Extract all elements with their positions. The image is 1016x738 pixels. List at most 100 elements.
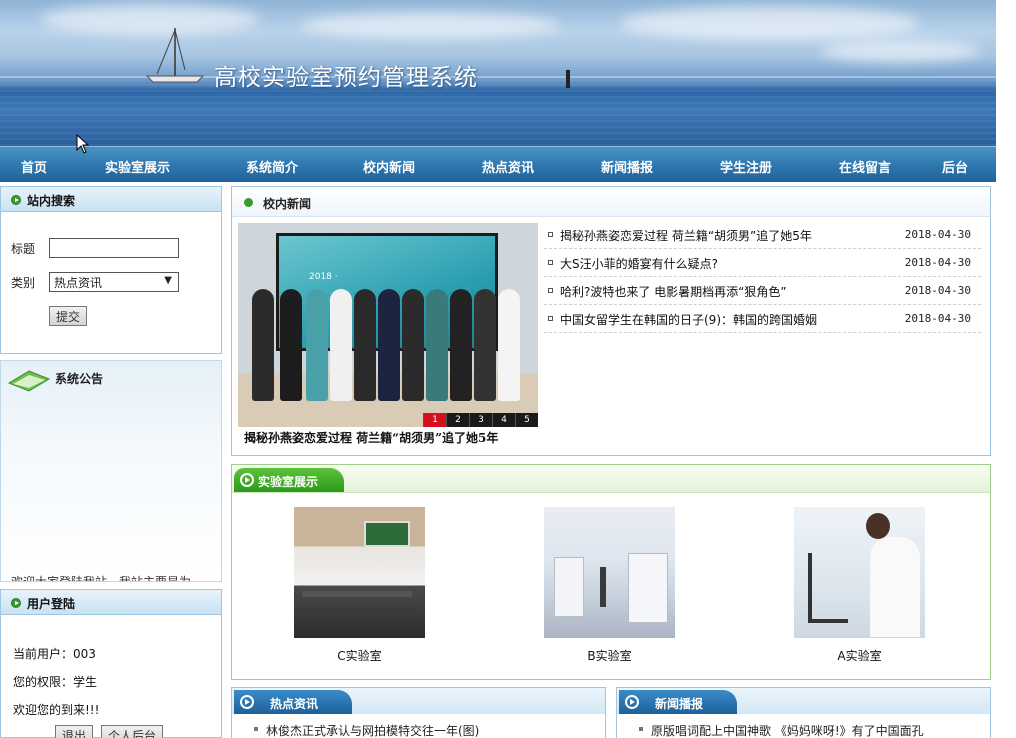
nav-lab-showcase[interactable]: 实验室展示 — [105, 157, 170, 176]
broadcast-title: 新闻播报 — [655, 697, 704, 711]
square-bullet-icon — [548, 232, 553, 237]
site-title: 高校实验室预约管理系统 — [214, 65, 478, 91]
current-user-text: 当前用户：003 — [13, 647, 96, 661]
nav-hot-news[interactable]: 热点资讯 — [482, 157, 534, 176]
lab-c-caption[interactable]: C实验室 — [294, 647, 425, 664]
slide-dot[interactable]: 1 — [423, 413, 446, 427]
cloud-decoration — [620, 6, 920, 40]
notice-panel: 系统公告 欢迎大家登陆我站，我站主要是为... — [0, 360, 222, 582]
news-item-date: 2018-04-30 — [904, 256, 971, 269]
photo-figure — [306, 289, 328, 401]
broadcast-panel: 新闻播报 原版唱词配上中国神歌 《妈妈咪呀!》有了中国面孔 — [616, 687, 991, 738]
lab-a-image[interactable] — [794, 507, 925, 638]
lab-showcase-header: 实验室展示 — [232, 465, 990, 493]
news-slideshow[interactable]: 2018 · 1 2 3 4 5 — [238, 223, 538, 427]
photo-figure — [426, 289, 448, 401]
nav-message-board[interactable]: 在线留言 — [839, 157, 891, 176]
square-bullet-icon — [548, 288, 553, 293]
nav-home[interactable]: 首页 — [21, 157, 47, 176]
lab-showcase-title: 实验室展示 — [258, 475, 319, 489]
title-search-input[interactable] — [49, 238, 179, 258]
news-item-title[interactable]: 揭秘孙燕姿恋爱过程 荷兰籍“胡须男”追了她5年 — [560, 227, 812, 244]
search-panel: 标题 类别 热点资讯 ▼ 提交 — [0, 212, 222, 354]
news-item-title[interactable]: 中国女留学生在韩国的日子(9)：韩国的跨国婚姻 — [560, 311, 817, 328]
welcome-text: 欢迎您的到来!!! — [13, 703, 100, 717]
square-bullet-icon — [548, 260, 553, 265]
slide-dot[interactable]: 2 — [446, 413, 469, 427]
list-item[interactable]: 大S汪小菲的婚宴有什么疑点? 2018-04-30 — [544, 249, 981, 277]
lab-showcase-panel: 实验室展示 C实验室 B实验室 A实验室 — [231, 464, 991, 680]
notice-scroll-text: 欢迎大家登陆我站，我站主要是为... — [11, 575, 203, 582]
photo-figure — [252, 289, 274, 401]
slide-dot[interactable]: 4 — [492, 413, 515, 427]
news-item-date: 2018-04-30 — [904, 284, 971, 297]
broadcast-item[interactable]: 原版唱词配上中国神歌 《妈妈咪呀!》有了中国面孔 — [639, 722, 924, 738]
lab-b-image[interactable] — [544, 507, 675, 638]
list-item[interactable]: 哈利?波特也来了 电影暑期档再添“狠角色” 2018-04-30 — [544, 277, 981, 305]
slide-caption-link[interactable]: 揭秘孙燕姿恋爱过程 荷兰籍“胡须男”追了她5年 — [244, 429, 498, 446]
personal-backend-button[interactable]: 个人后台 — [101, 725, 164, 738]
lab-b-caption[interactable]: B实验室 — [544, 647, 675, 664]
lab-c-image[interactable] — [294, 507, 425, 638]
bullet-icon — [244, 198, 253, 207]
category-selected-value: 热点资讯 — [54, 276, 103, 290]
play-circle-icon — [240, 695, 254, 709]
cloud-decoration — [820, 40, 980, 62]
nav-campus-news[interactable]: 校内新闻 — [363, 157, 415, 176]
hot-news-header: 热点资讯 — [232, 688, 605, 714]
nav-news-broadcast[interactable]: 新闻播报 — [601, 157, 653, 176]
broadcast-header: 新闻播报 — [617, 688, 990, 714]
slide-dot[interactable]: 5 — [515, 413, 538, 427]
news-item-title[interactable]: 大S汪小菲的婚宴有什么疑点? — [560, 255, 718, 272]
news-list: 揭秘孙燕姿恋爱过程 荷兰籍“胡须男”追了她5年 2018-04-30 大S汪小菲… — [544, 221, 981, 333]
photo-figure — [354, 289, 376, 401]
hot-news-item[interactable]: 林俊杰正式承认与网拍模特交往一年(图) — [253, 722, 479, 738]
hot-news-title: 热点资讯 — [270, 697, 319, 711]
arrow-circle-icon — [11, 195, 21, 205]
category-select[interactable]: 热点资讯 ▼ — [49, 272, 179, 292]
square-bullet-icon — [548, 316, 553, 321]
photo-figure — [450, 289, 472, 401]
photo-figure — [474, 289, 496, 401]
sailboat-icon — [145, 28, 205, 83]
list-item[interactable]: 揭秘孙燕姿恋爱过程 荷兰籍“胡须男”追了她5年 2018-04-30 — [544, 221, 981, 249]
cloud-decoration — [300, 12, 560, 38]
news-item-date: 2018-04-30 — [904, 312, 971, 325]
category-label: 类别 — [11, 276, 36, 290]
play-circle-icon — [240, 473, 254, 487]
slide-pager: 1 2 3 4 5 — [423, 413, 538, 427]
page-gutter — [996, 0, 1016, 738]
user-role-text: 您的权限：学生 — [13, 675, 98, 689]
login-panel-title: 用户登陆 — [27, 597, 76, 611]
notice-panel-title: 系统公告 — [55, 372, 104, 386]
sea-texture — [0, 80, 996, 146]
hot-news-panel: 热点资讯 林俊杰正式承认与网拍模特交往一年(图) — [231, 687, 606, 738]
list-item[interactable]: 中国女留学生在韩国的日子(9)：韩国的跨国婚姻 2018-04-30 — [544, 305, 981, 333]
lab-showcase-tab: 实验室展示 — [234, 468, 344, 492]
nav-student-register[interactable]: 学生注册 — [720, 157, 772, 176]
broadcast-tab: 新闻播报 — [619, 690, 737, 714]
arrow-circle-icon — [11, 598, 21, 608]
mouse-cursor-icon — [76, 134, 90, 154]
news-item-date: 2018-04-30 — [904, 228, 971, 241]
hot-news-tab: 热点资讯 — [234, 690, 352, 714]
nav-admin[interactable]: 后台 — [942, 157, 968, 176]
campus-news-panel: 校内新闻 2018 · 1 2 3 4 5 揭秘孙燕姿恋爱过程 荷兰籍“胡须男”… — [231, 186, 991, 456]
nav-system-intro[interactable]: 系统简介 — [246, 157, 298, 176]
lab-a-caption[interactable]: A实验室 — [794, 647, 925, 664]
search-submit-button[interactable]: 提交 — [49, 306, 88, 326]
site-banner: 高校实验室预约管理系统 — [0, 0, 996, 146]
book-icon — [7, 370, 51, 392]
campus-news-header: 校内新闻 — [232, 187, 990, 217]
title-label: 标题 — [11, 242, 36, 256]
logout-button[interactable]: 退出 — [55, 725, 94, 738]
play-circle-icon — [625, 695, 639, 709]
photo-figure — [402, 289, 424, 401]
news-item-title[interactable]: 哈利?波特也来了 电影暑期档再添“狠角色” — [560, 283, 787, 300]
buoy-icon — [566, 70, 570, 88]
slide-dot[interactable]: 3 — [469, 413, 492, 427]
photo-figure — [330, 289, 352, 401]
photo-figure — [378, 289, 400, 401]
search-panel-title: 站内搜索 — [27, 194, 76, 208]
campus-news-title: 校内新闻 — [263, 197, 312, 211]
